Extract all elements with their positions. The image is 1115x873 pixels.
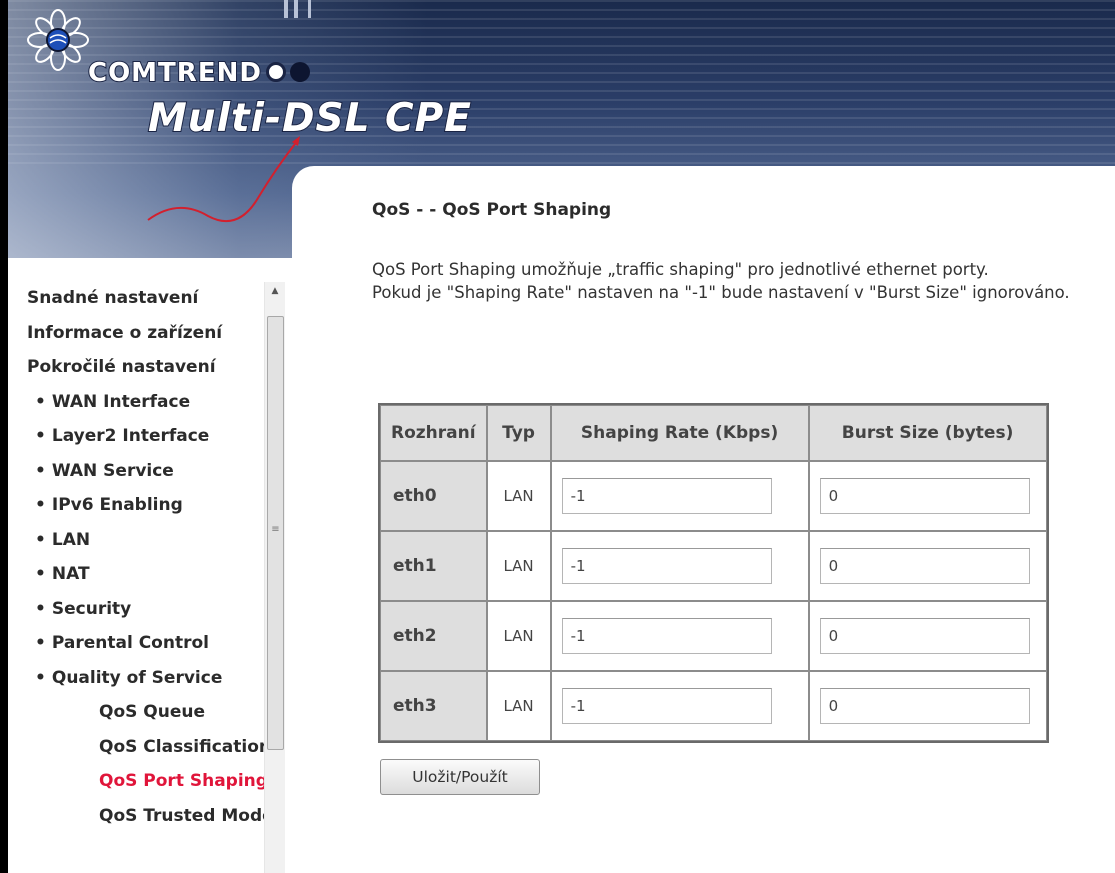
burst-size-cell	[808, 461, 1047, 531]
sidebar-item-device-info[interactable]: Informace o zařízení	[27, 323, 267, 343]
burst-size-input-eth3[interactable]	[819, 688, 1030, 724]
type-cell: LAN	[486, 601, 551, 671]
save-apply-button[interactable]: Uložit/Použít	[380, 759, 540, 795]
scroll-grip-icon: ≡	[271, 524, 280, 535]
table-row: eth0 LAN	[380, 461, 1047, 531]
port-shaping-table: Rozhraní Typ Shaping Rate (Kbps) Burst S…	[378, 403, 1049, 743]
interface-cell: eth2	[380, 601, 487, 671]
shaping-rate-input-eth1[interactable]	[561, 548, 772, 584]
type-cell: LAN	[486, 671, 551, 741]
burst-size-input-eth2[interactable]	[819, 618, 1030, 654]
interface-cell: eth1	[380, 531, 487, 601]
sidebar-item-qos-classification[interactable]: QoS Classification	[27, 737, 267, 757]
type-cell: LAN	[486, 461, 551, 531]
interface-cell: eth3	[380, 671, 487, 741]
col-header-type: Typ	[486, 405, 551, 461]
header-decoration	[284, 0, 311, 18]
col-header-burst-size: Burst Size (bytes)	[808, 405, 1047, 461]
table-row: eth1 LAN	[380, 531, 1047, 601]
burst-size-input-eth0[interactable]	[819, 478, 1030, 514]
page-title: QoS - - QoS Port Shaping	[372, 200, 612, 220]
description-line-2: Pokud je "Shaping Rate" nastaven na "-1"…	[372, 283, 1070, 302]
sidebar-item-layer2-interface[interactable]: • Layer2 Interface	[27, 426, 267, 446]
comtrend-logo-icon	[27, 9, 89, 71]
shaping-rate-input-eth2[interactable]	[561, 618, 772, 654]
sidebar-item-qos-trusted-mode[interactable]: QoS Trusted Mode	[27, 806, 267, 826]
burst-size-cell	[808, 671, 1047, 741]
sidebar-item-lan[interactable]: • LAN	[27, 530, 267, 550]
window-frame-edge	[0, 0, 8, 873]
sidebar-item-wan-service[interactable]: • WAN Service	[27, 461, 267, 481]
sidebar-scrollbar[interactable]: ▲ ≡	[264, 282, 285, 873]
shaping-rate-cell	[550, 671, 809, 741]
sidebar-nav: Snadné nastavení Informace o zařízení Po…	[8, 258, 292, 873]
shaping-rate-input-eth3[interactable]	[561, 688, 772, 724]
shaping-rate-cell	[550, 601, 809, 671]
type-cell: LAN	[486, 531, 551, 601]
sidebar-item-quality-of-service[interactable]: • Quality of Service	[27, 668, 267, 688]
burst-size-cell	[808, 601, 1047, 671]
brand-name: COMTREND	[87, 57, 262, 89]
shaping-rate-cell	[550, 461, 809, 531]
brand-dots-icon	[266, 62, 314, 86]
sidebar-item-parental-control[interactable]: • Parental Control	[27, 633, 267, 653]
main-content: QoS - - QoS Port Shaping QoS Port Shapin…	[292, 166, 1115, 873]
scrollbar-thumb[interactable]: ≡	[267, 316, 284, 750]
col-header-shaping-rate: Shaping Rate (Kbps)	[550, 405, 809, 461]
sidebar-item-security[interactable]: • Security	[27, 599, 267, 619]
shaping-rate-input-eth0[interactable]	[561, 478, 772, 514]
sidebar-item-qos-port-shaping[interactable]: QoS Port Shaping	[27, 771, 267, 791]
table-header-row: Rozhraní Typ Shaping Rate (Kbps) Burst S…	[380, 405, 1047, 461]
sidebar-item-wan-interface[interactable]: • WAN Interface	[27, 392, 267, 412]
nav-menu: Snadné nastavení Informace o zařízení Po…	[27, 288, 267, 840]
swoosh-graphic	[147, 136, 300, 223]
scroll-up-arrow-icon[interactable]: ▲	[265, 282, 285, 300]
col-header-interface: Rozhraní	[380, 405, 487, 461]
sidebar-item-ipv6-enabling[interactable]: • IPv6 Enabling	[27, 495, 267, 515]
page-description: QoS Port Shaping umožňuje „traffic shapi…	[372, 258, 1112, 304]
sidebar-item-quick-setup[interactable]: Snadné nastavení	[27, 288, 267, 308]
description-line-1: QoS Port Shaping umožňuje „traffic shapi…	[372, 260, 989, 279]
sidebar-item-advanced-setup[interactable]: Pokročilé nastavení	[27, 357, 267, 377]
table-row: eth3 LAN	[380, 671, 1047, 741]
shaping-rate-cell	[550, 531, 809, 601]
sidebar-item-nat[interactable]: • NAT	[27, 564, 267, 584]
sidebar-item-qos-queue[interactable]: QoS Queue	[27, 702, 267, 722]
burst-size-cell	[808, 531, 1047, 601]
burst-size-input-eth1[interactable]	[819, 548, 1030, 584]
interface-cell: eth0	[380, 461, 487, 531]
table-row: eth2 LAN	[380, 601, 1047, 671]
